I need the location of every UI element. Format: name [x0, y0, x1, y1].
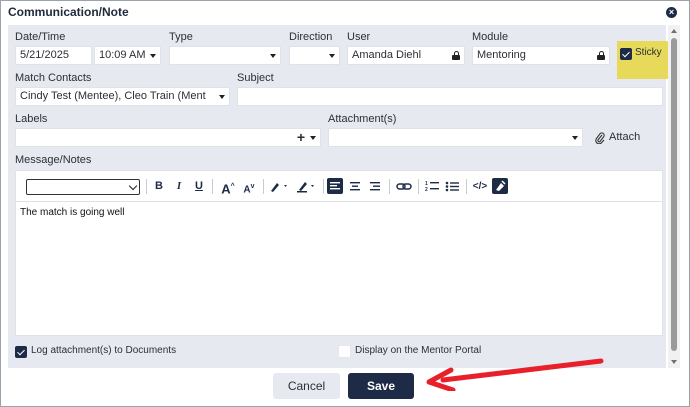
toolbar-divider	[212, 179, 213, 194]
type-select[interactable]	[169, 46, 281, 65]
chevron-down-icon	[150, 54, 156, 58]
toolbar-divider	[418, 179, 419, 194]
note-form: Date/Time Type Direction User Module 5/2…	[8, 25, 668, 368]
add-label-icon[interactable]: +	[297, 129, 305, 146]
display-portal-checkbox[interactable]	[338, 345, 351, 358]
italic-icon[interactable]: I	[173, 179, 185, 194]
attachments-select[interactable]	[328, 128, 583, 147]
editor-content[interactable]: The match is going well	[20, 207, 125, 218]
sticky-label: Sticky	[635, 47, 662, 58]
paragraph-format-select[interactable]	[26, 179, 140, 195]
toolbar-divider	[323, 179, 324, 194]
toolbar-divider	[389, 179, 390, 194]
date-value: 5/21/2025	[20, 49, 69, 61]
labels-select[interactable]: +	[15, 128, 321, 147]
match-contacts-value: Cindy Test (Mentee), Cleo Train (Ment	[20, 90, 206, 102]
chevron-down-icon	[219, 95, 225, 99]
chevron-down-icon	[270, 54, 276, 58]
direction-label: Direction	[289, 31, 333, 43]
chevron-down-icon	[128, 181, 138, 191]
save-button[interactable]: Save	[348, 373, 414, 399]
underline-icon[interactable]: U	[193, 179, 205, 194]
user-value: Amanda Diehl	[352, 49, 422, 61]
cancel-button[interactable]: Cancel	[273, 373, 340, 399]
rich-text-editor[interactable]: B I U A^ Av 1 2 </> The match is going w…	[15, 170, 663, 336]
time-value: 10:09 AM	[99, 49, 146, 61]
dialog-title: Communication/Note	[8, 5, 129, 19]
lock-icon	[597, 51, 605, 60]
type-label: Type	[169, 31, 193, 43]
highlight-color-icon[interactable]	[296, 179, 316, 194]
log-attachments-checkbox[interactable]	[15, 346, 27, 358]
font-size-decrease-icon[interactable]: Av	[241, 179, 257, 195]
communication-note-dialog: Communication/Note × Date/Time Type Dire…	[0, 0, 690, 407]
scrollbar-thumb[interactable]	[671, 38, 677, 351]
annotation-arrow-icon	[426, 358, 604, 391]
lock-icon	[452, 51, 460, 60]
user-label: User	[347, 31, 371, 43]
datetime-label: Date/Time	[15, 31, 66, 43]
chevron-down-icon	[572, 136, 578, 140]
match-contacts-label: Match Contacts	[15, 72, 92, 84]
chevron-down-icon	[310, 136, 316, 140]
chevron-down-icon	[329, 54, 335, 58]
svg-text:2: 2	[425, 187, 428, 193]
bold-icon[interactable]: B	[153, 179, 165, 194]
subject-label: Subject	[237, 72, 274, 84]
bulleted-list-icon[interactable]	[444, 179, 460, 194]
font-size-increase-icon[interactable]: A^	[219, 179, 237, 196]
numbered-list-icon[interactable]: 12	[424, 179, 440, 194]
dialog-scrollbar[interactable]	[668, 25, 680, 368]
align-right-icon[interactable]	[367, 179, 383, 194]
subject-input[interactable]	[237, 87, 663, 106]
labels-label: Labels	[15, 113, 48, 125]
direction-select[interactable]	[289, 46, 340, 65]
close-icon[interactable]: ×	[666, 7, 677, 18]
dialog-titlebar: Communication/Note ×	[1, 1, 689, 25]
attachments-label: Attachment(s)	[328, 113, 397, 125]
editor-toolbar: B I U A^ Av 1 2 </>	[16, 171, 662, 202]
display-portal-label: Display on the Mentor Portal	[355, 345, 482, 356]
module-label: Module	[472, 31, 509, 43]
toolbar-divider	[466, 179, 467, 194]
align-center-icon[interactable]	[347, 179, 363, 194]
toolbar-divider	[146, 179, 147, 194]
user-field: Amanda Diehl	[347, 46, 465, 65]
date-field[interactable]: 5/21/2025	[15, 46, 92, 65]
sticky-checkbox[interactable]	[620, 48, 632, 60]
toolbar-divider	[263, 179, 264, 194]
link-icon[interactable]	[395, 179, 413, 194]
scroll-up-icon[interactable]	[671, 29, 677, 33]
time-select[interactable]: 10:09 AM	[94, 46, 161, 65]
paperclip-icon	[595, 132, 605, 144]
clear-format-icon[interactable]	[492, 178, 508, 194]
align-left-icon[interactable]	[327, 178, 343, 194]
module-field: Mentoring	[472, 46, 610, 65]
log-attachments-label: Log attachment(s) to Documents	[31, 345, 177, 356]
message-label: Message/Notes	[15, 154, 92, 166]
module-value: Mentoring	[477, 49, 526, 61]
text-color-icon[interactable]	[269, 179, 289, 194]
sticky-toggle[interactable]: Sticky	[617, 41, 668, 79]
scroll-down-icon[interactable]	[671, 360, 677, 364]
match-contacts-select[interactable]: Cindy Test (Mentee), Cleo Train (Ment	[15, 87, 230, 106]
attach-label: Attach	[609, 131, 641, 143]
code-view-icon[interactable]: </>	[471, 179, 489, 194]
